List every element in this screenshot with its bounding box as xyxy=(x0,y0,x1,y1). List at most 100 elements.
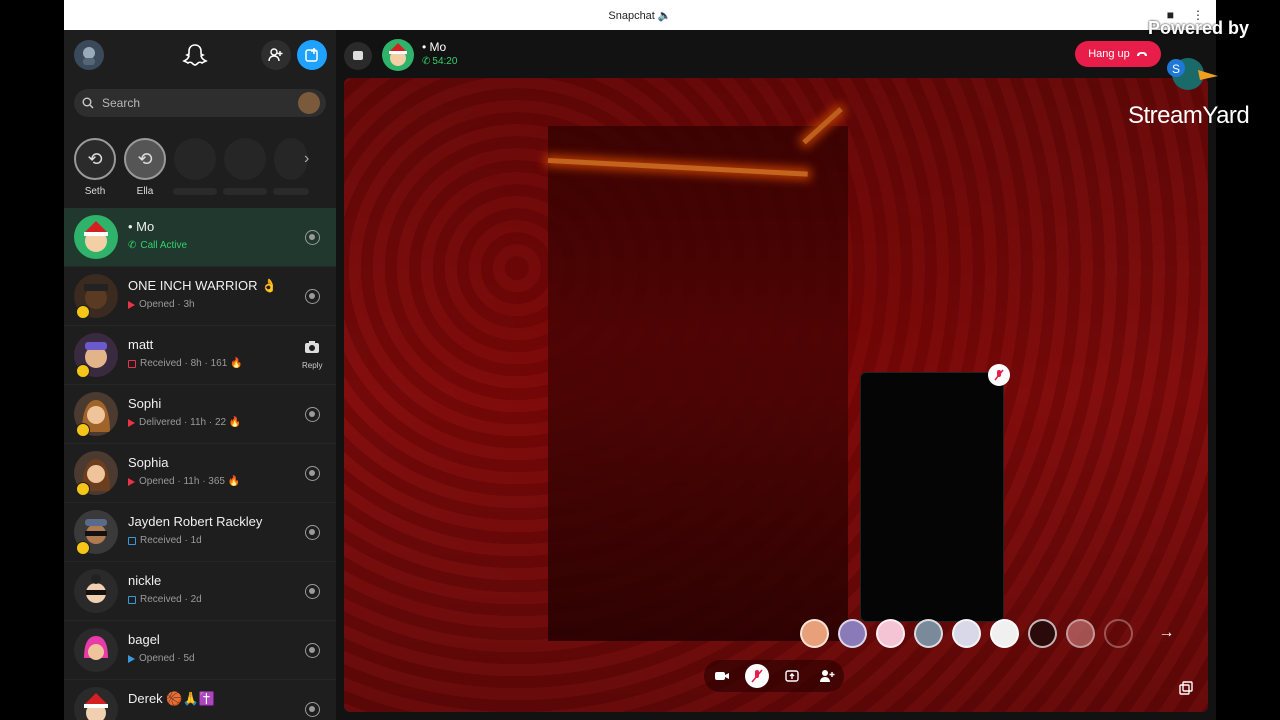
chat-name: Jayden Robert Rackley xyxy=(128,514,263,529)
chat-bubble-icon xyxy=(353,51,363,60)
search-bitmoji-avatar[interactable] xyxy=(298,92,320,114)
story-name-seth: Seth xyxy=(84,186,106,197)
lens-next-arrow-icon[interactable]: → xyxy=(1152,619,1181,648)
reply-button[interactable]: Reply xyxy=(302,340,322,370)
chat-row[interactable]: matt Received · 8h · 161 🔥 Reply xyxy=(64,326,336,385)
lens-carousel: → xyxy=(800,618,1181,648)
chat-row[interactable]: bagel Opened · 5d xyxy=(64,621,336,680)
friend-emoji-badge xyxy=(76,423,90,437)
popout-button[interactable] xyxy=(1176,678,1196,698)
lens-option[interactable] xyxy=(952,618,981,648)
camera-icon[interactable] xyxy=(305,407,320,422)
snap-delivered-icon xyxy=(128,418,135,427)
sidebar: Search ⟲ Seth ⟲ Ella › • Mo ✆ Call Activ… xyxy=(64,30,336,720)
chat-row[interactable]: nickle Received · 2d xyxy=(64,562,336,621)
call-duration-text: 54:20 xyxy=(432,56,458,67)
friend-emoji-badge xyxy=(76,305,90,319)
lens-option[interactable] xyxy=(876,618,905,648)
camera-toggle-button[interactable] xyxy=(710,664,734,688)
share-screen-icon xyxy=(784,670,799,682)
chat-row[interactable]: ONE INCH WARRIOR 👌 Opened · 3h xyxy=(64,267,336,326)
self-video-preview[interactable] xyxy=(860,372,1004,622)
lens-option[interactable] xyxy=(800,618,829,648)
profile-avatar[interactable] xyxy=(74,40,104,70)
watermark-powered-by: Powered by xyxy=(1148,18,1250,38)
chat-status-text: Received · 8h · 161 🔥 xyxy=(140,358,243,369)
screen: Snapchat 🔈 ■ ⋮ Search ⟲ Seth ⟲ Ella › • … xyxy=(0,0,1280,720)
chat-status: Delivered · 11h · 22 🔥 xyxy=(128,417,241,428)
new-chat-icon[interactable] xyxy=(297,40,327,70)
story-placeholder-bar xyxy=(173,188,217,195)
phone-icon: ✆ xyxy=(422,56,431,67)
add-person-icon xyxy=(819,670,834,682)
hang-up-button[interactable]: Hang up xyxy=(1075,41,1161,67)
chat-row[interactable]: Sophia Opened · 11h · 365 🔥 xyxy=(64,444,336,503)
chat-row[interactable]: Jayden Robert Rackley Received · 1d xyxy=(64,503,336,562)
chat-received-icon xyxy=(128,595,136,604)
chat-name: bagel xyxy=(128,632,160,647)
camera-icon[interactable] xyxy=(305,466,320,481)
call-view: • Mo ✆ 54:20 Hang up → xyxy=(336,30,1216,720)
lens-option[interactable] xyxy=(914,618,943,648)
story-placeholder xyxy=(274,138,308,180)
story-ella[interactable]: ⟲ xyxy=(124,138,166,180)
story-placeholder-bar xyxy=(223,188,267,195)
chat-status-text: Opened · 3h xyxy=(139,299,195,310)
camera-icon[interactable] xyxy=(305,584,320,599)
friend-emoji-badge xyxy=(76,364,90,378)
call-contact-name: • Mo xyxy=(422,40,447,54)
lens-option[interactable] xyxy=(1028,618,1057,648)
chat-status: Opened · 11h · 365 🔥 xyxy=(128,476,240,487)
mic-toggle-button[interactable] xyxy=(744,664,769,688)
add-friend-icon[interactable] xyxy=(261,40,291,70)
chat-row[interactable]: • Mo ✆ Call Active xyxy=(64,208,336,267)
story-seth[interactable]: ⟲ xyxy=(74,138,116,180)
search-input[interactable]: Search xyxy=(74,89,326,117)
chat-status: Received · 8h · 161 🔥 xyxy=(128,358,243,369)
chat-status: Received · 1d xyxy=(128,535,202,546)
streamyard-logo-icon: S xyxy=(1167,58,1218,90)
call-contact-avatar[interactable] xyxy=(382,39,414,71)
lens-option[interactable] xyxy=(1104,618,1133,648)
story-placeholder xyxy=(174,138,216,180)
camera-icon[interactable] xyxy=(305,289,320,304)
camera-icon[interactable] xyxy=(305,230,320,245)
call-duration: ✆ 54:20 xyxy=(422,56,457,67)
chat-toggle-button[interactable] xyxy=(344,42,372,70)
search-placeholder: Search xyxy=(102,96,141,110)
remote-video-feed: → xyxy=(344,78,1208,712)
avatar xyxy=(74,569,118,613)
chat-status: Opened · 5d xyxy=(128,653,195,664)
camera-icon[interactable] xyxy=(305,643,320,658)
call-controls xyxy=(704,660,844,692)
chat-name: Derek 🏀🙏✝️ xyxy=(128,691,215,706)
video-camera-icon xyxy=(714,672,729,680)
lens-option[interactable] xyxy=(990,618,1019,648)
lens-option[interactable] xyxy=(1066,618,1095,648)
muted-mic-icon xyxy=(988,364,1010,386)
stories-next-icon[interactable]: › xyxy=(304,150,309,168)
chat-name: matt xyxy=(128,337,154,352)
chat-status-text: Received · 2d xyxy=(140,594,202,605)
friend-emoji-badge xyxy=(76,541,90,555)
chat-name: Sophia xyxy=(128,455,169,470)
lens-option[interactable] xyxy=(838,618,867,648)
camera-icon[interactable] xyxy=(305,525,320,540)
snap-opened-icon xyxy=(128,300,135,309)
friend-emoji-badge xyxy=(76,482,90,496)
chat-row[interactable]: Derek 🏀🙏✝️ xyxy=(64,680,336,720)
mic-muted-icon xyxy=(750,669,763,683)
story-placeholder-bar xyxy=(273,188,309,195)
story-placeholder xyxy=(224,138,266,180)
share-screen-button[interactable] xyxy=(780,664,804,688)
chat-row[interactable]: Sophi Delivered · 11h · 22 🔥 xyxy=(64,385,336,444)
snapchat-ghost-icon[interactable] xyxy=(180,40,210,70)
chat-status: Opened · 3h xyxy=(128,299,195,310)
camera-icon[interactable] xyxy=(305,702,320,717)
avatar xyxy=(74,687,118,720)
camera-icon xyxy=(305,341,319,353)
story-name-ella: Ella xyxy=(136,186,154,197)
reply-label: Reply xyxy=(302,361,323,370)
chat-status-text: Call Active xyxy=(140,240,188,251)
add-participant-button[interactable] xyxy=(815,664,839,688)
